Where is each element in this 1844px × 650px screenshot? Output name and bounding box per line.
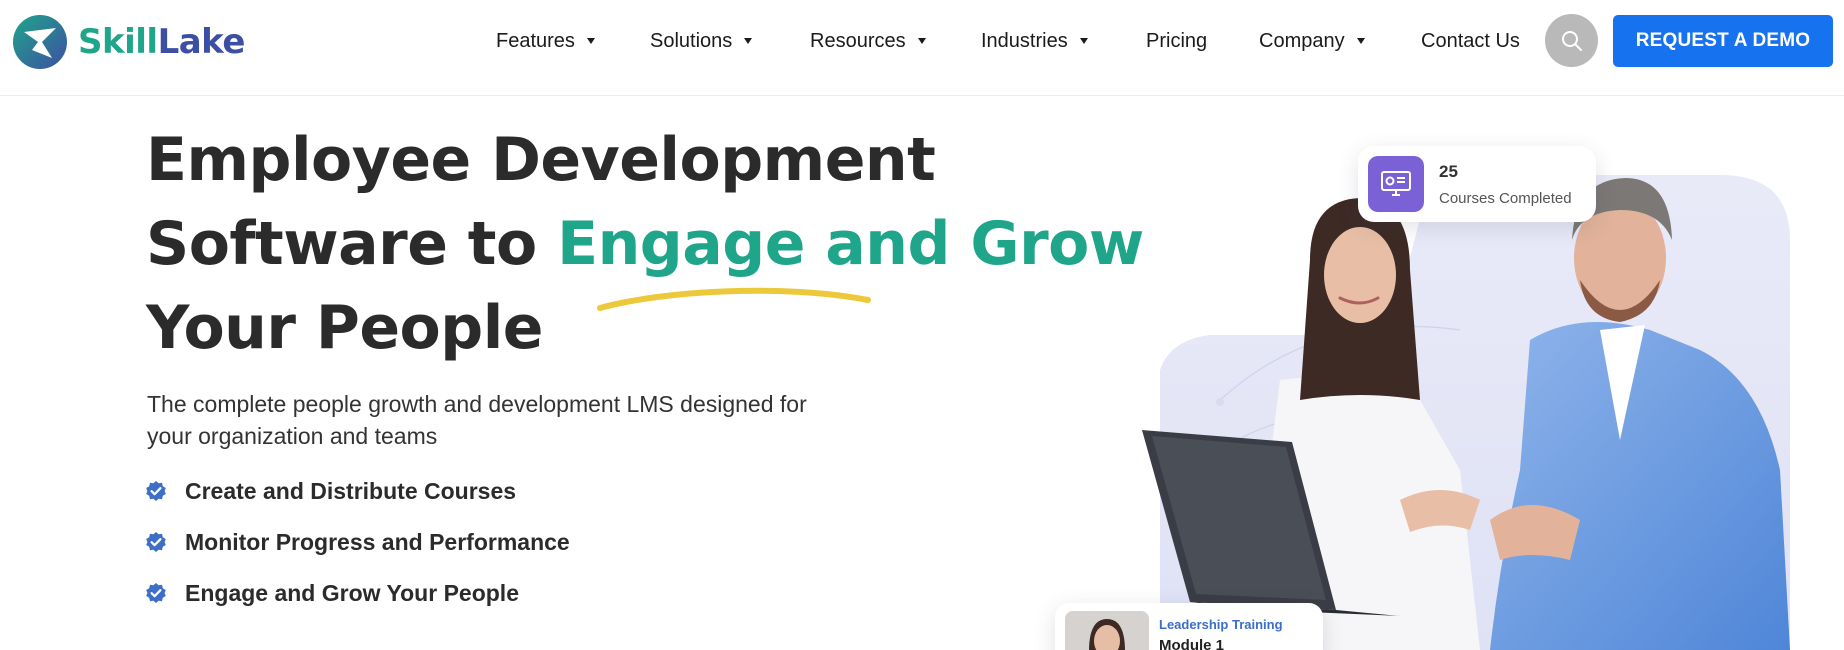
check-badge-icon [146, 532, 166, 552]
hero-title-prefix: Software to [146, 209, 558, 279]
nav-label: Industries [981, 29, 1068, 52]
stat-texts: 25 Courses Completed [1439, 162, 1572, 207]
caret-down-icon [586, 38, 595, 44]
nav-item-industries[interactable]: Industries [981, 24, 1088, 58]
hero-subtitle-line-1: The complete people growth and developme… [147, 391, 807, 417]
logo-skill-text: Skill [78, 22, 158, 62]
caret-down-icon [744, 38, 753, 44]
logo-mark-icon [13, 15, 67, 69]
hero-title-line-2: Software to Engage and Grow [146, 202, 1144, 286]
module-card: Leadership Training Module 1 [1055, 603, 1323, 650]
courses-completed-count: 25 [1439, 161, 1458, 181]
feature-label: Create and Distribute Courses [185, 477, 517, 504]
nav-item-resources[interactable]: Resources [810, 24, 926, 58]
check-badge-icon [146, 583, 166, 603]
nav-item-features[interactable]: Features [496, 24, 595, 58]
caret-down-icon [1079, 38, 1088, 44]
nav-item-contact-us[interactable]: Contact Us [1421, 24, 1520, 58]
skilllake-logo[interactable]: SkillLake [12, 12, 245, 72]
nav-item-company[interactable]: Company [1259, 24, 1365, 58]
feature-item: Monitor Progress and Performance [145, 525, 570, 559]
feature-label: Engage and Grow Your People [185, 579, 519, 606]
search-icon [1561, 30, 1582, 51]
hero-subtitle: The complete people growth and developme… [147, 388, 887, 452]
nav-label: Pricing [1146, 29, 1208, 52]
caret-down-icon [917, 38, 926, 44]
nav-label: Solutions [650, 29, 733, 52]
site-header: SkillLake Features Solutions Resources I… [0, 0, 1844, 96]
hero-subtitle-line-2: your organization and teams [147, 423, 438, 449]
nav-label: Resources [810, 29, 906, 52]
nav-label: Contact Us [1421, 29, 1520, 52]
hero-title-line-1: Employee Development [146, 125, 936, 195]
feature-item: Engage and Grow Your People [145, 576, 519, 610]
hero-title: Employee Development Software to Engage … [146, 118, 1144, 370]
feature-label: Monitor Progress and Performance [185, 528, 570, 555]
feature-item: Create and Distribute Courses [145, 474, 516, 508]
caret-down-icon [1356, 38, 1365, 44]
monitor-icon [1368, 156, 1424, 212]
courses-completed-label: Courses Completed [1439, 189, 1572, 207]
check-badge-icon [146, 481, 166, 501]
avatar [1065, 611, 1149, 650]
module-category: Leadership Training [1159, 617, 1283, 632]
hero-title-accent: Engage and Grow [557, 209, 1144, 279]
logo-wordmark: SkillLake [78, 22, 245, 62]
request-demo-button[interactable]: REQUEST A DEMO [1613, 15, 1833, 67]
search-button[interactable] [1545, 14, 1598, 67]
nav-label: Features [496, 29, 575, 52]
underline-swoosh-decoration [597, 287, 871, 311]
module-title: Module 1 [1159, 637, 1225, 650]
nav-label: Company [1259, 29, 1345, 52]
nav-item-solutions[interactable]: Solutions [650, 24, 753, 58]
courses-completed-card: 25 Courses Completed [1358, 146, 1596, 222]
logo-lake-text: Lake [157, 22, 246, 62]
nav-item-pricing[interactable]: Pricing [1146, 24, 1207, 58]
